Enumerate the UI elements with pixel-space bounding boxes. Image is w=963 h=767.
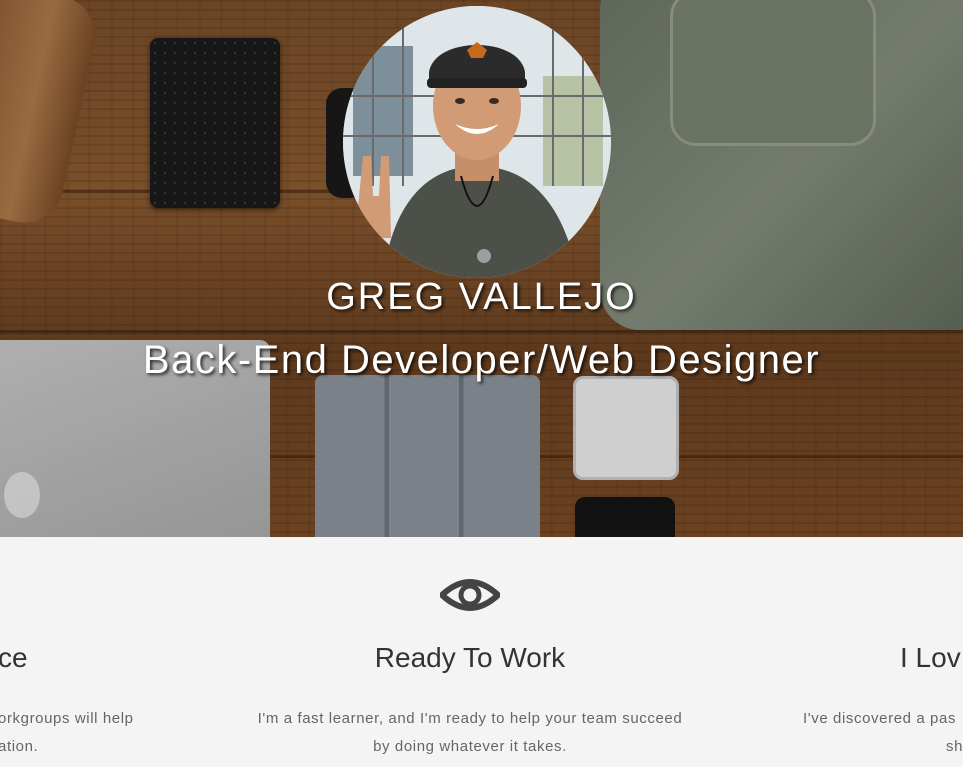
profile-name: GREG VALLEJO <box>326 276 637 318</box>
feature-title-right: I Lov <box>900 642 961 673</box>
hero-section: GREG VALLEJO Back-End Developer/Web Desi… <box>0 0 963 537</box>
feature-title-center: Ready To Work <box>374 642 566 673</box>
avatar-photo <box>343 6 611 278</box>
feature-text-right-line2: sh <box>946 738 963 755</box>
profile-avatar <box>343 6 611 278</box>
feature-text-center-line2: by doing whatever it takes. <box>373 738 567 755</box>
eye-icon <box>440 579 500 611</box>
feature-text-center-line1: I'm a fast learner, and I'm ready to hel… <box>257 710 683 727</box>
profile-role: Back-End Developer/Web Designer <box>142 338 821 382</box>
feature-text-right-line1: I've discovered a pas <box>803 710 957 727</box>
features-section: ce orkgroups will help ation. Ready To W… <box>0 537 963 767</box>
